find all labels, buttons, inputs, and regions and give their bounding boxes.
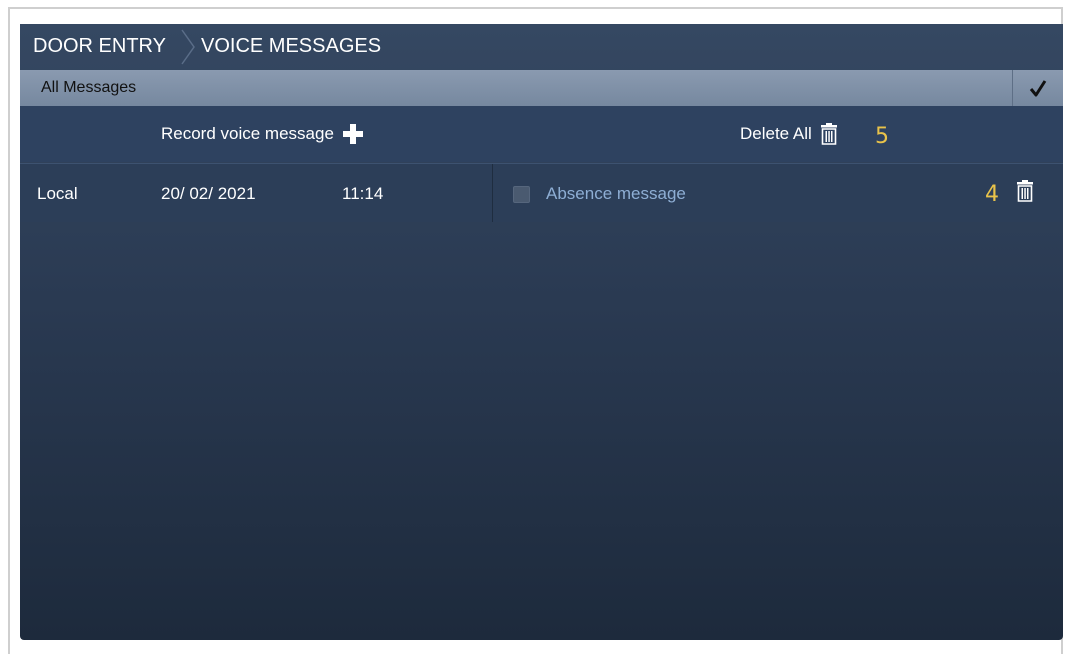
breadcrumb-door-entry[interactable]: DOOR ENTRY	[33, 35, 166, 58]
trash-icon	[820, 123, 837, 145]
voice-messages-panel: DOOR ENTRY VOICE MESSAGES All Messages R…	[20, 24, 1063, 640]
checkmark-icon	[1029, 80, 1047, 97]
callout-delete-all: 5	[875, 124, 889, 149]
record-voice-message-button[interactable]: Record voice message	[161, 120, 364, 148]
plus-icon	[342, 124, 363, 144]
trash-icon[interactable]	[1016, 180, 1034, 202]
message-label[interactable]: Absence message	[546, 184, 686, 204]
message-row[interactable]: Local 20/ 02/ 2021 11:14 Absence message…	[20, 163, 1063, 222]
breadcrumb: DOOR ENTRY VOICE MESSAGES	[20, 24, 1063, 70]
row-divider	[492, 164, 493, 222]
breadcrumb-voice-messages: VOICE MESSAGES	[201, 35, 382, 57]
callout-row-delete: 4	[985, 182, 999, 207]
all-messages-bar: All Messages	[20, 70, 1063, 106]
all-messages-label[interactable]: All Messages	[41, 79, 136, 97]
action-bar: Record voice message Delete All 5	[20, 106, 1063, 162]
record-voice-message-label: Record voice message	[161, 124, 334, 143]
delete-all-button[interactable]: Delete All	[740, 120, 838, 148]
message-date: 20/ 02/ 2021	[161, 184, 256, 203]
confirm-button[interactable]	[1012, 70, 1063, 106]
delete-all-label: Delete All	[740, 124, 812, 143]
message-checkbox[interactable]	[513, 186, 530, 203]
breadcrumb-separator-icon	[181, 29, 195, 65]
message-time: 11:14	[342, 184, 384, 203]
message-source: Local	[37, 184, 78, 203]
